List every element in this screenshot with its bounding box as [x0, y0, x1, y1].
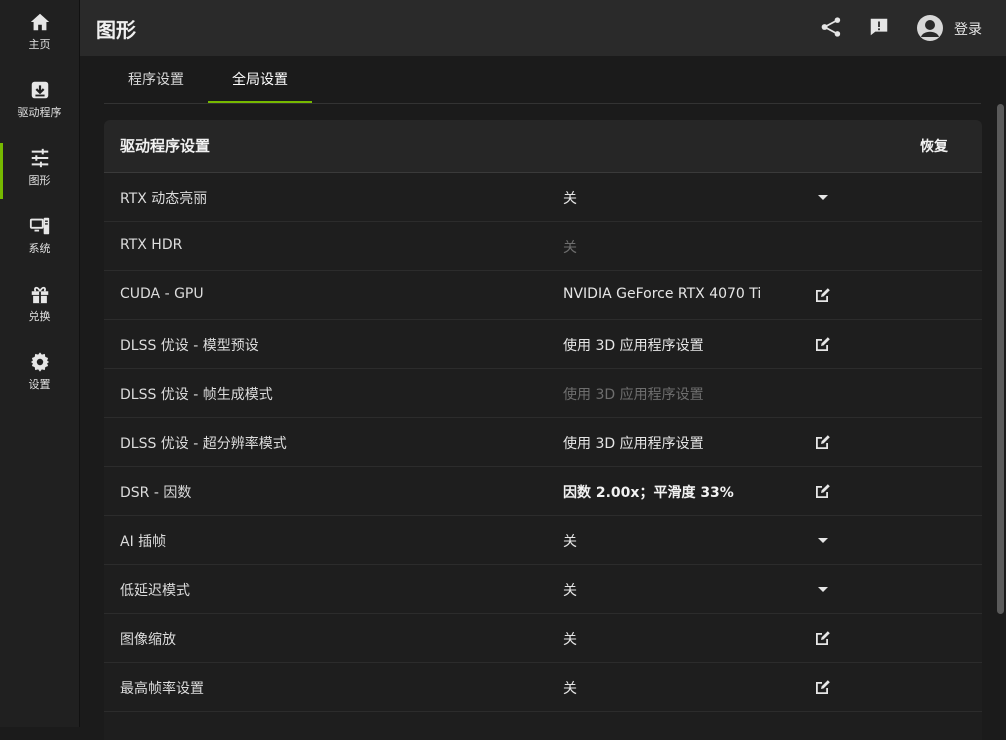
dropdown-arrow-icon[interactable]: [814, 531, 832, 549]
share-icon[interactable]: [820, 16, 842, 38]
setting-label: RTX HDR: [120, 237, 183, 253]
sliders-icon: [31, 148, 48, 168]
setting-label: 最高帧率设置: [120, 681, 204, 697]
setting-label: DLSS 优设 - 帧生成模式: [120, 387, 273, 403]
feedback-icon[interactable]: [868, 16, 890, 38]
setting-row[interactable]: 最高帧率设置 关: [104, 663, 982, 712]
sidebar-item-home[interactable]: 主页: [0, 9, 79, 73]
setting-label: AI 插帧: [120, 534, 167, 550]
edit-icon[interactable]: [814, 335, 832, 353]
setting-value: 因数 2.00x；平滑度 33%: [563, 485, 734, 501]
setting-label: DSR - 因数: [120, 485, 192, 501]
edit-icon[interactable]: [814, 482, 832, 500]
setting-row[interactable]: DLSS 优设 - 超分辨率模式 使用 3D 应用程序设置: [104, 418, 982, 467]
setting-row[interactable]: CUDA - GPU NVIDIA GeForce RTX 4070 Ti: [104, 271, 982, 320]
sidebar-item-label: 主页: [28, 38, 51, 51]
settings-list: RTX 动态亮丽关 RTX HDR 关 CUDA - GPU NVIDIA GeForc…: [104, 173, 982, 712]
setting-value: 关: [563, 632, 577, 648]
home-icon: [30, 13, 49, 31]
login-button[interactable]: 登录: [954, 19, 982, 39]
edit-icon[interactable]: [814, 678, 832, 696]
driver-settings-panel: 驱动程序设置 恢复 RTX 动态亮丽关 RTX HDR 关 CUDA - GPU NVI…: [104, 120, 982, 740]
sidebar: 主页 驱动程序 图形 系统 兑换 设置: [0, 0, 80, 727]
setting-row[interactable]: DSR - 因数 因数 2.00x；平滑度 33%: [104, 467, 982, 516]
sidebar-item-label: 驱动程序: [17, 106, 62, 119]
setting-value: 关: [563, 534, 577, 550]
top-bar: 图形 登录: [80, 0, 1006, 56]
edit-icon[interactable]: [814, 286, 832, 304]
setting-value: NVIDIA GeForce RTX 4070 Ti: [563, 286, 762, 302]
sidebar-item-graphics[interactable]: 图形: [0, 143, 79, 209]
setting-label: DLSS 优设 - 超分辨率模式: [120, 436, 287, 452]
panel-header: 驱动程序设置 恢复: [104, 120, 982, 173]
sidebar-item-label: 兑换: [28, 310, 51, 323]
sidebar-item-redeem[interactable]: 兑换: [0, 281, 79, 345]
setting-label: 图像缩放: [120, 632, 176, 648]
system-icon: [29, 217, 49, 235]
setting-value: 关: [563, 681, 577, 697]
panel-title: 驱动程序设置: [120, 137, 211, 155]
driver-download-icon: [31, 81, 48, 99]
dropdown-arrow-icon[interactable]: [814, 188, 832, 206]
setting-row: RTX HDR 关: [104, 222, 982, 271]
tab-bar: 程序设置 全局设置: [104, 56, 981, 104]
restore-button[interactable]: 恢复: [920, 136, 948, 156]
setting-label: 低延迟模式: [120, 583, 190, 599]
setting-value: 使用 3D 应用程序设置: [563, 338, 704, 354]
sidebar-item-system[interactable]: 系统: [0, 213, 79, 277]
tab-global-settings[interactable]: 全局设置: [208, 56, 312, 103]
gear-icon: [30, 352, 49, 372]
setting-value: 关: [563, 191, 577, 207]
setting-row: DLSS 优设 - 帧生成模式 使用 3D 应用程序设置: [104, 369, 982, 418]
setting-row[interactable]: DLSS 优设 - 模型预设 使用 3D 应用程序设置: [104, 320, 982, 369]
sidebar-item-label: 图形: [28, 174, 51, 187]
setting-label: DLSS 优设 - 模型预设: [120, 338, 259, 354]
setting-value: 关: [563, 583, 577, 599]
setting-value: 使用 3D 应用程序设置: [563, 436, 704, 452]
sidebar-item-label: 系统: [28, 242, 51, 255]
setting-row[interactable]: 图像缩放 关: [104, 614, 982, 663]
gift-icon: [31, 286, 48, 304]
scrollbar[interactable]: [997, 104, 1004, 614]
setting-label: CUDA - GPU: [120, 286, 204, 302]
setting-row[interactable]: 低延迟模式 关: [104, 565, 982, 614]
avatar-icon[interactable]: [916, 14, 944, 42]
sidebar-item-label: 设置: [28, 378, 51, 391]
edit-icon[interactable]: [814, 629, 832, 647]
setting-value: 使用 3D 应用程序设置: [563, 387, 704, 403]
dropdown-arrow-icon[interactable]: [814, 580, 832, 598]
setting-row[interactable]: AI 插帧 关: [104, 516, 982, 565]
setting-label: RTX 动态亮丽: [120, 191, 208, 207]
sidebar-item-settings[interactable]: 设置: [0, 349, 79, 413]
edit-icon[interactable]: [814, 433, 832, 451]
page-title: 图形: [96, 18, 136, 42]
setting-value: 关: [563, 240, 577, 256]
sidebar-item-drivers[interactable]: 驱动程序: [0, 77, 79, 141]
tab-program-settings[interactable]: 程序设置: [104, 56, 208, 102]
setting-row[interactable]: RTX 动态亮丽 关: [104, 173, 982, 222]
